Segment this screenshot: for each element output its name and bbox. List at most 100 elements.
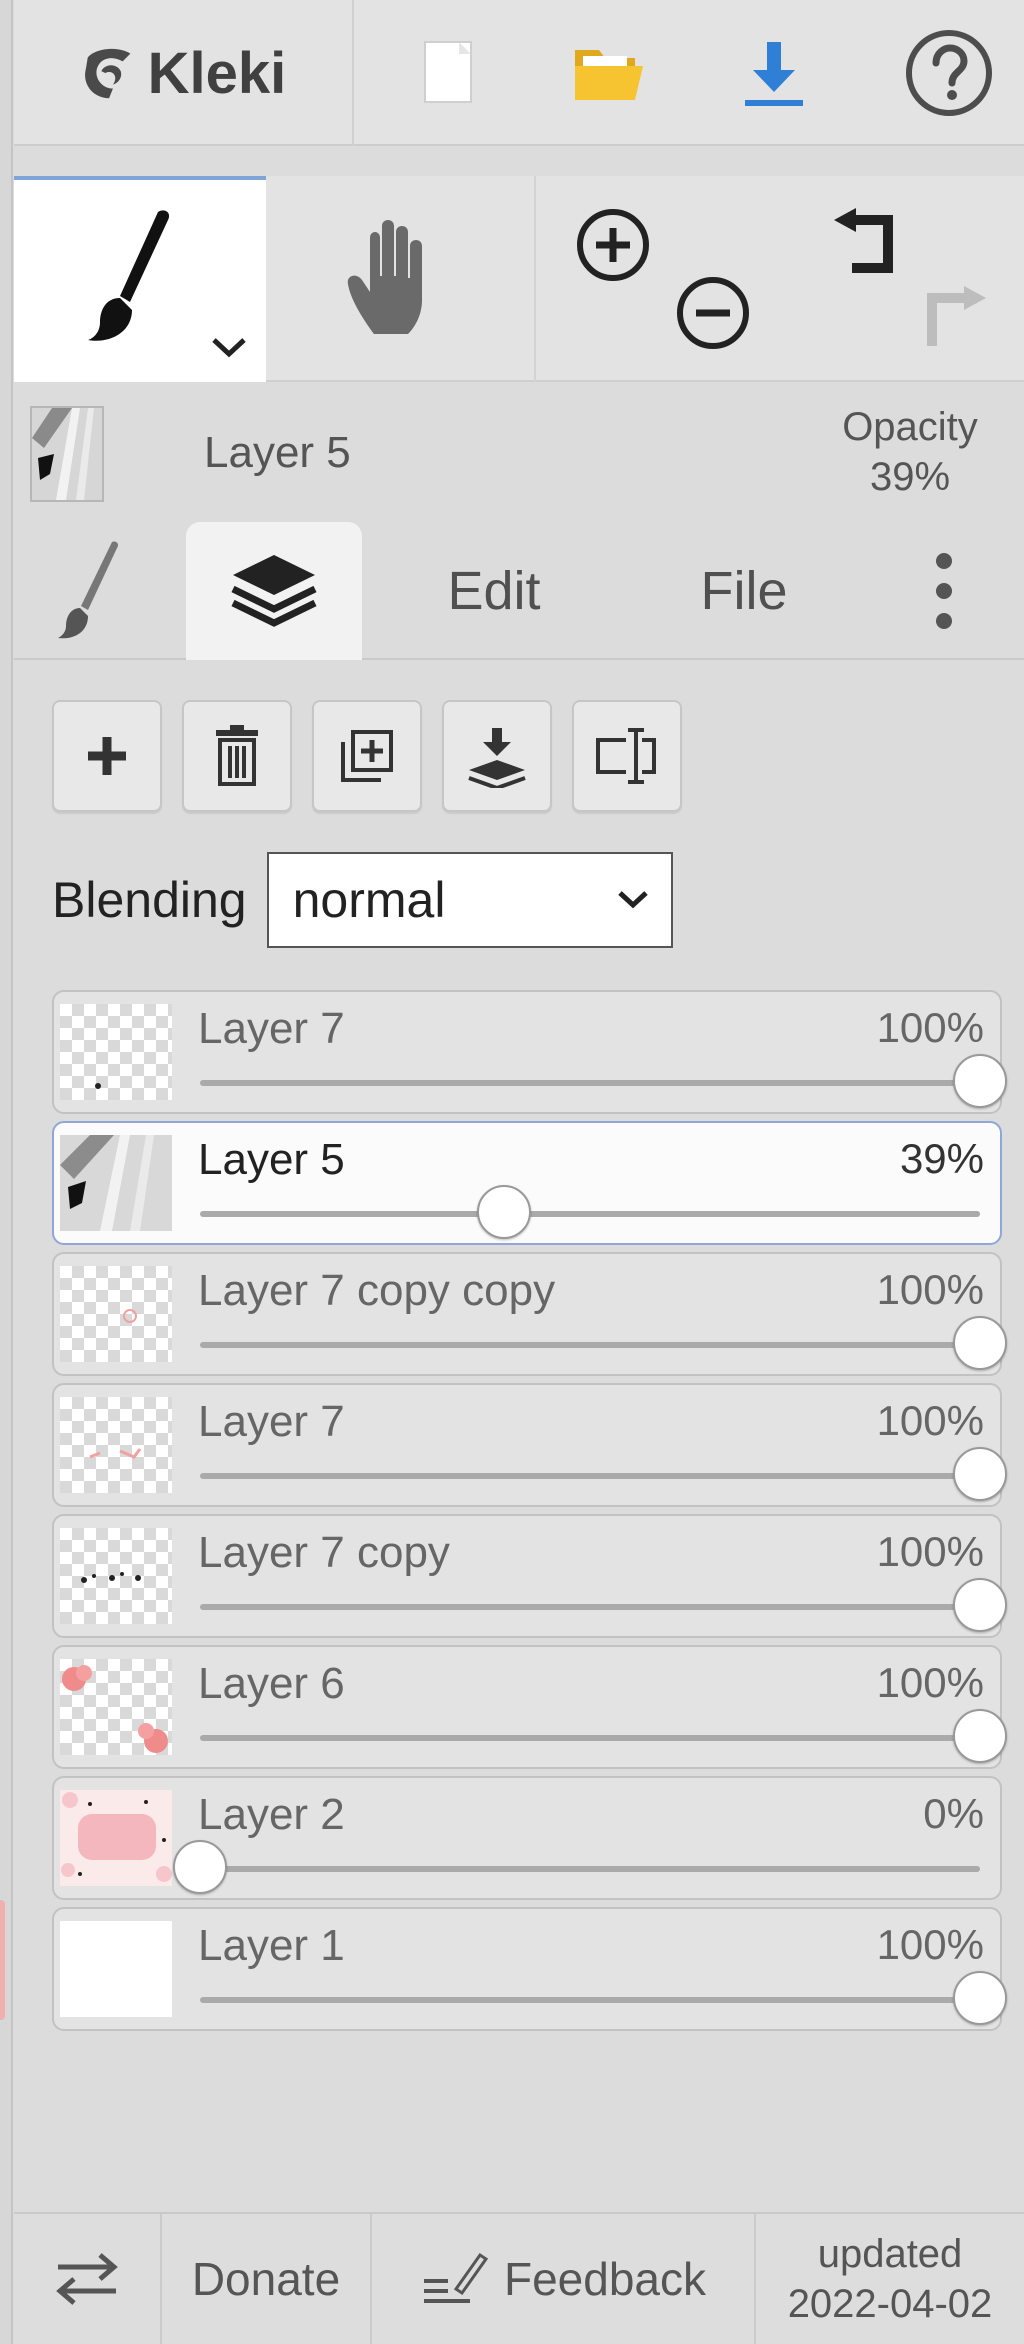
slider-knob[interactable] <box>953 1578 1007 1632</box>
open-image-button[interactable] <box>534 0 684 146</box>
opacity-label: Opacity <box>842 405 978 449</box>
duplicate-layer-button[interactable] <box>312 700 422 812</box>
layer-opacity: 100% <box>876 1528 984 1575</box>
chevron-down-icon[interactable] <box>210 336 248 360</box>
donate-button[interactable]: Donate <box>162 2214 372 2344</box>
slider-knob[interactable] <box>953 1054 1007 1108</box>
blending-label: Blending <box>52 872 247 928</box>
duplicate-layer-icon <box>341 730 393 782</box>
blending-select[interactable]: normal <box>266 852 673 948</box>
current-layer-thumbnail <box>30 406 104 502</box>
download-icon <box>745 42 803 106</box>
layer-thumbnail <box>60 1659 172 1755</box>
brush-icon <box>88 210 170 341</box>
new-image-button[interactable] <box>374 0 524 146</box>
opacity-slider[interactable] <box>200 1709 1007 1763</box>
tab-edit[interactable]: Edit <box>404 522 584 660</box>
kleki-logo-icon <box>84 48 131 99</box>
open-folder-icon <box>575 50 643 100</box>
tab-file[interactable]: File <box>654 522 834 660</box>
merge-down-icon <box>468 728 526 788</box>
delete-layer-button[interactable] <box>182 700 292 812</box>
layer-name: Layer 5 <box>198 1135 345 1184</box>
opacity-value: 39% <box>869 455 951 499</box>
more-button[interactable] <box>894 522 994 660</box>
add-layer-icon <box>88 737 126 775</box>
tool-row <box>14 176 1024 382</box>
layer-name: Layer 7 <box>198 1004 345 1053</box>
history-controls <box>786 176 1024 382</box>
opacity-slider[interactable] <box>200 1447 1007 1501</box>
opacity-slider[interactable] <box>200 1316 1007 1370</box>
layer-list: Layer 7 100% Layer 5 39% Layer 7 copy co… <box>52 990 1007 2038</box>
feedback-button[interactable]: Feedback <box>372 2214 756 2344</box>
delete-layer-icon <box>216 725 258 786</box>
layer-name: Layer 1 <box>198 1921 345 1970</box>
slider-knob[interactable] <box>477 1185 532 1239</box>
layer-item[interactable]: Layer 7 100% <box>52 990 1007 1114</box>
save-image-button[interactable] <box>699 0 849 146</box>
layer-thumbnail <box>60 1266 172 1362</box>
slider-knob[interactable] <box>953 1447 1007 1501</box>
hand-icon <box>347 220 422 334</box>
layer-opacity: 100% <box>876 1004 984 1051</box>
brush-tool-button[interactable] <box>14 176 266 382</box>
slider-knob[interactable] <box>953 1709 1007 1763</box>
hand-tool-button[interactable] <box>266 176 536 382</box>
layer-thumbnail <box>60 1004 172 1100</box>
opacity-slider[interactable] <box>173 1840 980 1894</box>
layer-name: Layer 7 <box>198 1397 345 1446</box>
zoom-out-icon[interactable] <box>674 274 752 352</box>
zoom-controls <box>536 176 786 382</box>
layer-name: Layer 7 copy <box>198 1528 450 1577</box>
layer-item[interactable]: Layer 1 100% <box>52 1907 1007 2031</box>
opacity-slider[interactable] <box>200 1578 1007 1632</box>
more-vertical-icon <box>936 553 952 629</box>
opacity-slider[interactable] <box>200 1185 980 1239</box>
layer-item[interactable]: Layer 6 100% <box>52 1645 1007 1769</box>
kleki-logo[interactable]: Kleki <box>14 0 354 146</box>
footer-bar: Donate Feedback updated 2022-04-02 <box>14 2212 1024 2344</box>
help-button[interactable] <box>874 0 1024 146</box>
top-bar: Kleki <box>14 0 1024 146</box>
layer-name: Layer 7 copy copy <box>198 1266 556 1315</box>
layer-item[interactable]: Layer 7 copy 100% <box>52 1514 1007 1638</box>
new-image-icon <box>424 41 472 103</box>
layer-item-selected[interactable]: Layer 5 39% <box>52 1121 1002 1245</box>
rename-layer-button[interactable] <box>572 700 682 812</box>
opacity-slider[interactable] <box>200 1971 1007 2025</box>
add-layer-button[interactable] <box>52 700 162 812</box>
opacity-slider[interactable] <box>200 1054 1007 1108</box>
rename-layer-icon <box>596 728 656 784</box>
slider-knob[interactable] <box>173 1840 227 1894</box>
edge-mark <box>0 1900 5 2020</box>
updated-info: updated 2022-04-02 <box>756 2214 1024 2344</box>
zoom-in-icon[interactable] <box>574 206 652 284</box>
layer-item[interactable]: Layer 7 copy copy 100% <box>52 1252 1007 1376</box>
layer-opacity: 100% <box>876 1266 984 1313</box>
blending-row: Blending normal <box>52 852 673 948</box>
layer-thumbnail <box>60 1921 172 2017</box>
updated-label: updated <box>817 2232 963 2276</box>
slider-knob[interactable] <box>953 1316 1007 1370</box>
layer-item[interactable]: Layer 7 100% <box>52 1383 1007 1507</box>
current-layer-opacity: Opacity 39% <box>810 402 1010 502</box>
layer-opacity: 100% <box>876 1659 984 1706</box>
layer-thumbnail <box>60 1790 172 1886</box>
layer-thumbnail <box>60 1135 172 1231</box>
slider-knob[interactable] <box>953 1971 1007 2025</box>
swap-icon <box>56 2253 118 2305</box>
feedback-label: Feedback <box>503 2253 706 2305</box>
tab-layers[interactable] <box>186 522 362 660</box>
layer-name: Layer 2 <box>198 1790 345 1839</box>
layer-actions <box>52 700 682 812</box>
swap-panel-button[interactable] <box>14 2214 162 2344</box>
undo-icon[interactable] <box>826 206 906 286</box>
tab-brush[interactable] <box>34 522 144 660</box>
layer-name: Layer 6 <box>198 1659 345 1708</box>
layers-panel: Blending normal Layer 7 100% Layer 5 39%… <box>14 660 1024 2212</box>
redo-icon[interactable] <box>914 272 994 352</box>
layer-item[interactable]: Layer 2 0% <box>52 1776 1002 1900</box>
merge-down-button[interactable] <box>442 700 552 812</box>
help-icon <box>906 30 992 116</box>
